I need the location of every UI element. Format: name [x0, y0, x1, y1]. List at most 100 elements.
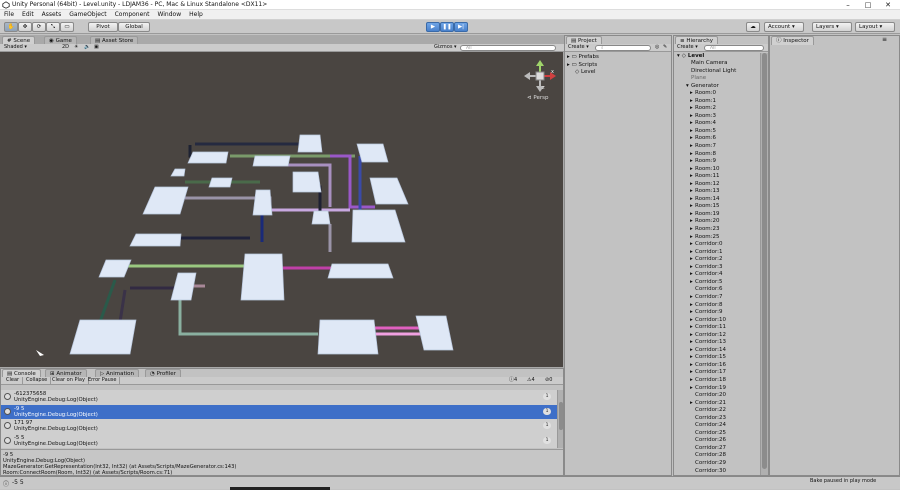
tab-inspector[interactable]: ⓘ Inspector	[771, 36, 814, 45]
project-search-input[interactable]: ⌕	[595, 45, 651, 51]
hierarchy-item[interactable]: ▸ Room:20	[674, 218, 760, 226]
hierarchy-item[interactable]: ▸ Corridor:10	[674, 317, 760, 325]
shading-dropdown[interactable]: Shaded ▾	[4, 44, 27, 51]
menu-edit[interactable]: Edit	[18, 10, 38, 20]
hierarchy-item[interactable]: ▸ Room:6	[674, 135, 760, 143]
hierarchy-item[interactable]: ▸ Room:14	[674, 196, 760, 204]
expand-arrow-icon[interactable]: ▸	[567, 54, 570, 60]
menu-help[interactable]: Help	[185, 10, 207, 20]
hierarchy-scroll-thumb[interactable]	[762, 53, 767, 469]
menu-assets[interactable]: Assets	[38, 10, 66, 20]
scene-orientation-gizmo[interactable]: x z ⊲ Persp	[520, 58, 560, 102]
menu-component[interactable]: Component	[111, 10, 154, 20]
menu-gameobject[interactable]: GameObject	[65, 10, 110, 20]
project-item-scripts[interactable]: ▸ ▭ Scripts	[567, 62, 599, 70]
effects-icon[interactable]: ▣	[94, 44, 99, 51]
hierarchy-item[interactable]: ▸ Room:25	[674, 234, 760, 242]
account-dropdown[interactable]: Account ▾	[764, 22, 804, 32]
project-create-dropdown[interactable]: Create ▾	[568, 44, 589, 51]
hierarchy-item[interactable]: ▸ Corridor:3	[674, 264, 760, 272]
gizmos-dropdown[interactable]: Gizmos ▾	[434, 44, 457, 51]
hierarchy-item[interactable]: ▸ Corridor:13	[674, 339, 760, 347]
hierarchy-item[interactable]: ▸ Corridor:9	[674, 309, 760, 317]
persp-label[interactable]: ⊲ Persp	[527, 95, 548, 101]
hierarchy-item[interactable]: ▸ Room:11	[674, 173, 760, 181]
hierarchy-item[interactable]: ▸ Corridor:4	[674, 271, 760, 279]
filter-icon[interactable]: ◎	[655, 44, 659, 51]
console-scrollbar[interactable]	[557, 390, 563, 448]
hierarchy-item[interactable]: Corridor:22	[674, 407, 760, 415]
pause-button[interactable]: ❚❚	[440, 22, 454, 32]
audio-icon[interactable]: 🔈	[84, 44, 90, 51]
menu-file[interactable]: File	[0, 10, 18, 20]
2d-toggle[interactable]: 2D	[62, 44, 69, 51]
hierarchy-item[interactable]: ▸ Corridor:14	[674, 347, 760, 355]
hierarchy-item[interactable]: ▸ Room:23	[674, 226, 760, 234]
hierarchy-item[interactable]: ▸ Room:19	[674, 211, 760, 219]
menu-window[interactable]: Window	[153, 10, 185, 20]
console-detail-pane[interactable]: -9 5 UnityEngine.Debug:Log(Object) MazeG…	[1, 449, 563, 476]
panel-menu-icon[interactable]: ≡	[882, 36, 887, 43]
hierarchy-item[interactable]: ▸ Corridor:16	[674, 362, 760, 370]
hierarchy-create-dropdown[interactable]: Create ▾	[677, 44, 698, 51]
console-log-row[interactable]: 171 97 UnityEngine.Debug:Log(Object) 1	[1, 419, 557, 433]
hierarchy-item[interactable]: Plane	[674, 75, 760, 83]
hierarchy-item[interactable]: ▸ Room:5	[674, 128, 760, 136]
scene-viewport[interactable]: x z ⊲ Persp	[0, 52, 563, 367]
hierarchy-item[interactable]: ▸ Room:12	[674, 181, 760, 189]
step-button[interactable]: ▶|	[454, 22, 468, 32]
hierarchy-item[interactable]: Corridor:24	[674, 422, 760, 430]
lighting-icon[interactable]: ☀	[74, 44, 78, 51]
status-message[interactable]: -5 5	[12, 479, 24, 486]
hierarchy-item[interactable]: ▸ Corridor:12	[674, 332, 760, 340]
console-log-row[interactable]: -5 5 UnityEngine.Debug:Log(Object) 1	[1, 434, 557, 448]
hierarchy-item[interactable]: Corridor:26	[674, 437, 760, 445]
hierarchy-item[interactable]: ▸ Room:9	[674, 158, 760, 166]
hierarchy-item[interactable]: ▸ Room:0	[674, 90, 760, 98]
hierarchy-item[interactable]: ▸ Room:1	[674, 98, 760, 106]
console-log-row[interactable]: -9 5 UnityEngine.Debug:Log(Object) 1	[1, 404, 557, 419]
hierarchy-item[interactable]: Corridor:6	[674, 286, 760, 294]
hierarchy-item[interactable]: Corridor:29	[674, 460, 760, 468]
scale-tool-button[interactable]: ⤡	[46, 22, 60, 32]
error-pause-button[interactable]: Error Pause	[85, 377, 121, 384]
scene-search-input[interactable]: All	[460, 45, 556, 51]
hierarchy-item[interactable]: Corridor:25	[674, 430, 760, 438]
close-button[interactable]: ✕	[880, 0, 896, 10]
clear-on-play-button[interactable]: Clear on Play	[49, 377, 89, 384]
hierarchy-item[interactable]: ▸ Corridor:19	[674, 385, 760, 393]
hierarchy-scrollbar[interactable]	[760, 53, 768, 475]
expand-arrow-icon[interactable]: ▾	[677, 53, 680, 59]
hierarchy-item[interactable]: ▾ Generator	[674, 83, 760, 91]
hierarchy-item[interactable]: Corridor:23	[674, 415, 760, 423]
hierarchy-item[interactable]: ▸ Corridor:2	[674, 256, 760, 264]
minimize-button[interactable]: –	[840, 0, 856, 10]
hierarchy-search-input[interactable]: All	[704, 45, 764, 51]
clear-button[interactable]: Clear	[3, 377, 24, 384]
move-tool-button[interactable]: ✥	[18, 22, 32, 32]
hierarchy-item[interactable]: ▸ Corridor:0	[674, 241, 760, 249]
collapse-button[interactable]: Collapse	[23, 377, 52, 384]
hierarchy-item[interactable]: ▸ Corridor:5	[674, 279, 760, 287]
hierarchy-item[interactable]: ▸ Corridor:8	[674, 302, 760, 310]
console-log-row[interactable]: -612375658 UnityEngine.Debug:Log(Object) 1	[1, 390, 557, 404]
hierarchy-item[interactable]: ▸ Corridor:1	[674, 249, 760, 257]
maximize-button[interactable]: □	[860, 0, 876, 10]
hierarchy-item[interactable]: ▸ Corridor:15	[674, 354, 760, 362]
hierarchy-item[interactable]: ▸ Room:8	[674, 151, 760, 159]
hierarchy-item[interactable]: Main Camera	[674, 60, 760, 68]
project-item-prefabs[interactable]: ▸ ▭ Prefabs	[567, 54, 599, 62]
cloud-button[interactable]: ☁	[746, 22, 760, 32]
hierarchy-item[interactable]: Corridor:30	[674, 468, 760, 475]
expand-arrow-icon[interactable]: ▸	[567, 62, 570, 68]
layers-dropdown[interactable]: Layers ▾	[812, 22, 852, 32]
hierarchy-item[interactable]: Corridor:20	[674, 392, 760, 400]
error-filter-toggle[interactable]: ⊘0	[545, 377, 552, 384]
pivot-toggle[interactable]: Pivot	[88, 22, 118, 32]
hierarchy-item[interactable]: Corridor:28	[674, 452, 760, 460]
rect-tool-button[interactable]: ▭	[60, 22, 74, 32]
log-filter-toggle[interactable]: ⓘ4	[509, 377, 517, 384]
hierarchy-item[interactable]: ▸ Corridor:11	[674, 324, 760, 332]
layout-dropdown[interactable]: Layout ▾	[855, 22, 895, 32]
hierarchy-item[interactable]: Directional Light	[674, 68, 760, 76]
